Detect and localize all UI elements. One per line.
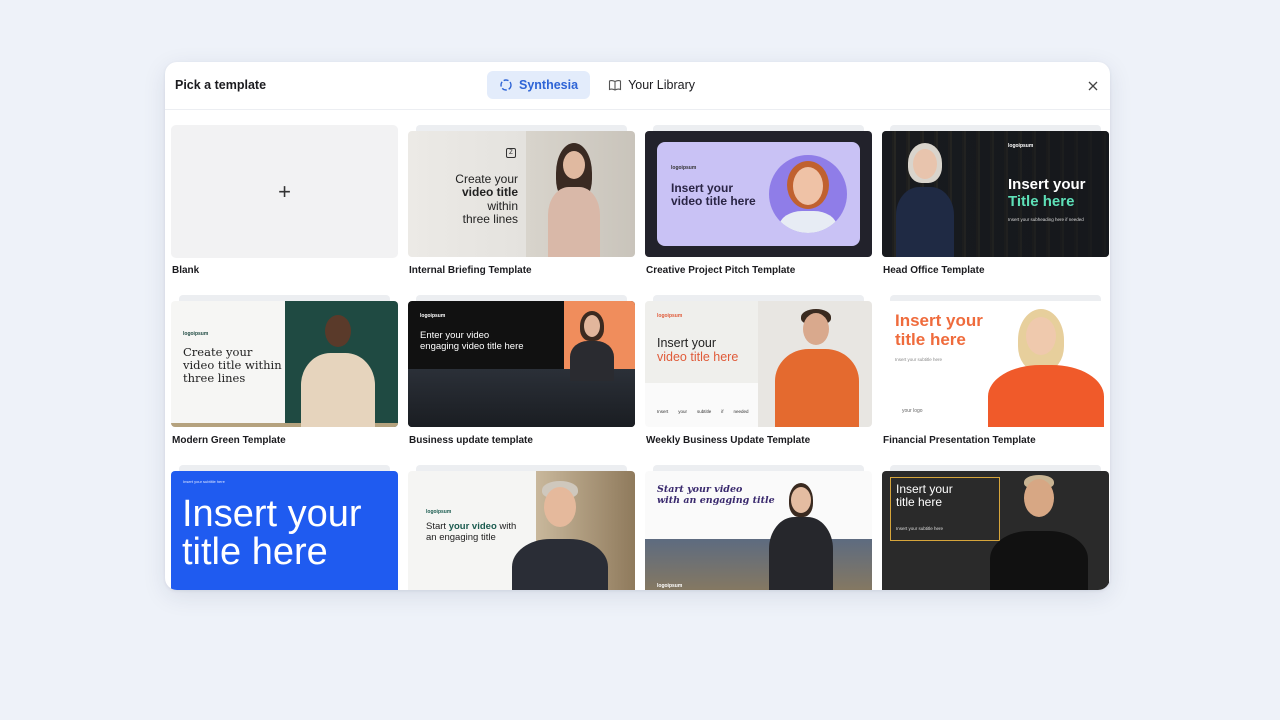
template-thumbnail: Insert your subtitle here Insert your ti… <box>171 471 398 590</box>
template-thumbnail: Insert your title here Insert your subti… <box>882 301 1109 427</box>
thumb-footer-text: if <box>721 409 724 414</box>
template-card-label: Head Office Template <box>883 265 985 276</box>
template-card-label: Weekly Business Update Template <box>646 435 811 446</box>
tab-your-library-label: Your Library <box>628 78 695 92</box>
template-card-business-update[interactable]: logoipsum Enter your video engaging vide… <box>408 295 635 446</box>
thumb-text: your video <box>448 521 497 532</box>
template-thumbnail: logoipsum Insert your Title here Insert … <box>882 131 1109 257</box>
thumb-text: title here <box>895 330 966 350</box>
template-card-internal-briefing[interactable]: Z Create your video title within three l… <box>408 125 635 276</box>
thumb-text: title here <box>896 495 943 510</box>
logo-icon: Z <box>506 148 516 158</box>
modal-header: Pick a template Synthesia Your Library <box>165 62 1110 110</box>
thumb-text: with <box>499 521 517 532</box>
thumb-text: video title <box>461 185 518 200</box>
template-card-label: Internal Briefing Template <box>409 265 532 276</box>
plus-icon: + <box>278 178 291 204</box>
tab-synthesia[interactable]: Synthesia <box>487 71 591 99</box>
template-card-label: Creative Project Pitch Template <box>646 265 796 276</box>
thumb-text: Insert your <box>671 181 734 195</box>
thumb-text: within <box>487 198 518 213</box>
template-thumbnail: logoipsum Enter your video engaging vide… <box>408 301 635 427</box>
template-card-blank[interactable]: + Blank <box>171 125 398 276</box>
thumb-text: an engaging title <box>426 531 496 543</box>
thumb-logo: logoipsum <box>183 331 209 337</box>
thumb-text: Insert your <box>1008 176 1086 193</box>
thumb-logo: logoipsum <box>671 165 697 171</box>
thumb-text: video title within <box>183 357 282 372</box>
template-card-label: Financial Presentation Template <box>883 435 1036 446</box>
close-icon[interactable] <box>1084 77 1102 95</box>
template-picker-modal: Pick a template Synthesia Your Library +… <box>165 62 1110 590</box>
template-thumbnail: logoipsum Start your video with an engag… <box>408 471 635 590</box>
template-grid: + Blank Z Create your video title within… <box>165 125 1110 590</box>
thumb-footer-text: Insert <box>657 409 669 414</box>
thumb-subtitle: Insert your subtitle here <box>896 526 944 531</box>
template-thumbnail: logoipsum Insert your video title here <box>645 131 872 257</box>
template-card-start-your-video[interactable]: Start your video with an engaging title … <box>645 465 872 590</box>
template-card-label: Blank <box>172 265 200 276</box>
thumb-text: Start <box>426 521 447 532</box>
source-tabs: Synthesia Your Library <box>487 71 707 99</box>
thumb-text: title here <box>182 531 328 573</box>
template-card-label: Modern Green Template <box>172 435 286 446</box>
blank-thumbnail: + <box>171 125 398 258</box>
thumb-logo: logoipsum <box>426 509 452 515</box>
template-card-financial-presentation[interactable]: Insert your title here Insert your subti… <box>882 295 1109 446</box>
thumb-text: video title here <box>671 194 756 209</box>
template-card-dark-title[interactable]: Insert your title here Insert your subti… <box>882 465 1109 590</box>
template-card-creative-pitch[interactable]: logoipsum Insert your video title here C… <box>645 125 872 276</box>
thumb-text: Insert your <box>657 336 717 350</box>
thumb-text: Insert your <box>896 482 953 496</box>
template-card-modern-green[interactable]: logoipsum Create your video title within… <box>171 295 398 446</box>
tab-synthesia-label: Synthesia <box>519 78 579 92</box>
thumb-text: video title here <box>657 350 739 364</box>
thumb-footer-text: your <box>678 409 688 414</box>
thumb-text: with an engaging title <box>657 494 775 506</box>
presenter-avatar <box>769 155 847 233</box>
book-icon <box>609 80 622 91</box>
thumb-subtitle: Insert your subtitle here <box>895 357 943 362</box>
template-card-label: Business update template <box>409 435 533 446</box>
template-thumbnail: Insert your title here Insert your subti… <box>882 471 1109 590</box>
template-card-head-office[interactable]: logoipsum Insert your Title here Insert … <box>882 125 1109 276</box>
thumb-footer-text: subtitle <box>697 409 712 414</box>
thumb-text: three lines <box>462 212 518 227</box>
thumb-text: engaging video title here <box>420 340 524 352</box>
thumb-text: Insert your <box>182 493 362 535</box>
template-thumbnail: logoipsum Create your video title within… <box>171 301 398 427</box>
thumb-text: Insert your <box>895 311 983 330</box>
thumb-text: three lines <box>183 370 246 385</box>
modal-title: Pick a template <box>175 78 267 92</box>
template-thumbnail: Start your video with an engaging title … <box>645 471 872 590</box>
thumb-footer-text: needed <box>733 409 749 414</box>
template-card-weekly-business[interactable]: logoipsum Insert your video title here I… <box>645 295 872 446</box>
synthesia-logo-icon <box>500 79 512 91</box>
template-card-engaging-title[interactable]: logoipsum Start your video with an engag… <box>408 465 635 590</box>
tab-your-library[interactable]: Your Library <box>596 71 707 99</box>
thumb-text: Create your <box>183 345 253 359</box>
thumb-logo: your logo <box>902 408 923 414</box>
thumb-text: Title here <box>1008 192 1075 210</box>
template-card-blue-title[interactable]: Insert your subtitle here Insert your ti… <box>171 465 398 590</box>
thumb-logo: logoipsum <box>420 313 446 319</box>
thumb-logo: logoipsum <box>657 313 683 319</box>
thumb-subtitle: Insert your subheading here if needed <box>1008 217 1084 222</box>
thumb-logo: logoipsum <box>657 583 683 589</box>
thumb-text: Create your <box>455 172 518 186</box>
thumb-logo: logoipsum <box>1008 143 1034 149</box>
thumb-subtitle: Insert your subtitle here <box>183 479 225 484</box>
template-thumbnail: logoipsum Insert your video title here I… <box>645 301 872 427</box>
template-thumbnail: Z Create your video title within three l… <box>408 131 635 257</box>
